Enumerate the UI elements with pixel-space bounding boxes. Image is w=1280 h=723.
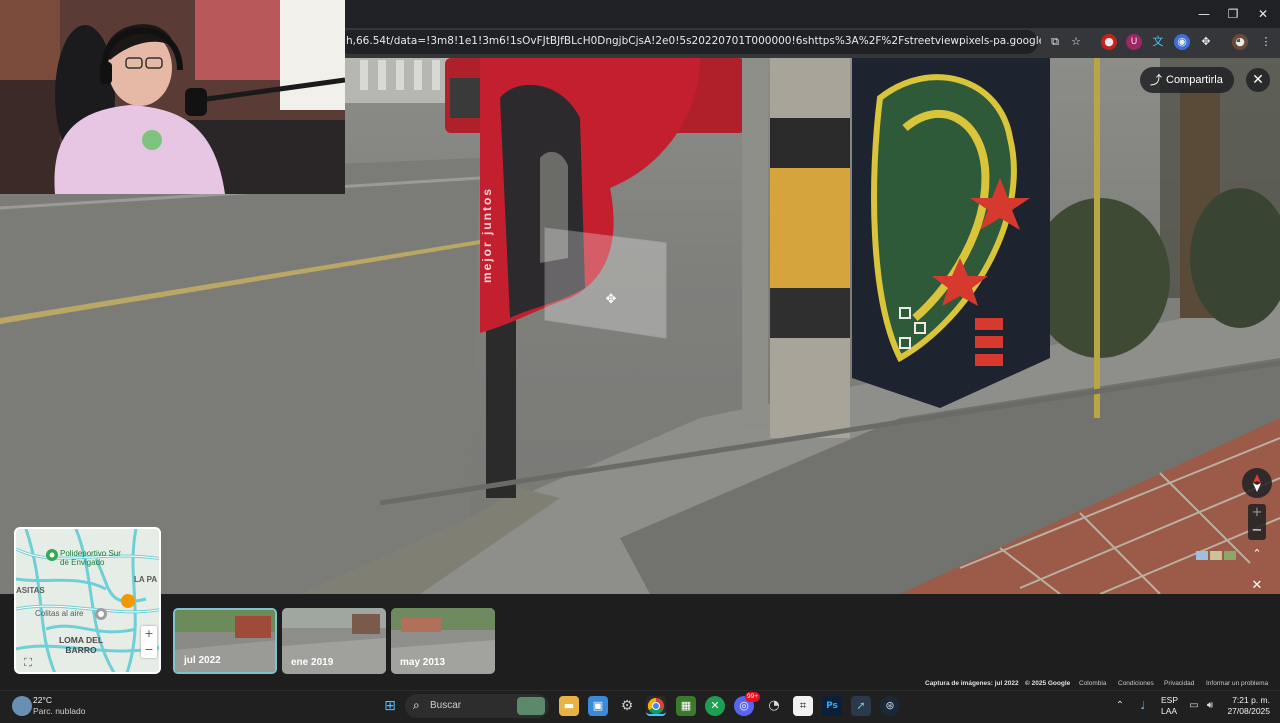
minimap-area-label-3: LOMA DEL BARRO <box>58 635 104 655</box>
file-explorer-icon[interactable]: ▬ <box>559 696 579 716</box>
timeline-thumb-may-2013[interactable]: may 2013 <box>391 608 495 674</box>
taskbar-search[interactable]: ⌕ Buscar <box>405 694 549 718</box>
obs-icon[interactable]: ◔ <box>764 696 784 716</box>
minimap-area-label-2: LA PA <box>134 575 158 584</box>
expand-chevron-icon[interactable]: ⌃ <box>1248 546 1266 562</box>
close-streetview-button[interactable]: ✕ <box>1246 68 1270 92</box>
minecraft-icon[interactable]: ▦ <box>676 696 696 716</box>
weather-desc: Parc. nublado <box>33 706 86 716</box>
minimap[interactable]: Polideportivo Sur de Envigado ASITAS LA … <box>14 527 161 674</box>
language-layout[interactable]: LAA <box>1161 706 1177 716</box>
close-window-button[interactable]: ✕ <box>1255 6 1271 22</box>
share-icon: ⤴ <box>1150 73 1163 87</box>
compass-control[interactable] <box>1242 468 1272 498</box>
translate-icon[interactable]: 文 <box>1150 34 1166 50</box>
thumb-label: may 2013 <box>400 657 446 668</box>
steam-icon[interactable]: ⊛ <box>880 696 900 716</box>
bookmark-star-icon[interactable]: ☆ <box>1068 34 1084 50</box>
windows-taskbar: 22°C Parc. nublado ⊞ ⌕ Buscar ▬ ▣ ⚙ ▦ ✕ … <box>0 690 1280 720</box>
url-text[interactable]: h,66.54t/data=!3m8!1e1!3m6!1sOvFJtBJfBLc… <box>346 35 1041 47</box>
minimap-zoom-in[interactable]: + <box>141 626 157 642</box>
photos-app-icon[interactable]: ▣ <box>588 696 608 716</box>
terms-link[interactable]: Condiciones <box>1118 680 1154 687</box>
weather-icon[interactable] <box>12 696 32 716</box>
search-icon: ⌕ <box>413 698 420 712</box>
install-app-icon[interactable]: ⧉ <box>1047 34 1063 50</box>
webcam-overlay <box>0 0 345 194</box>
extension-blue-icon[interactable]: ◉ <box>1174 34 1190 50</box>
fullscreen-icon[interactable]: ⛶ <box>21 656 35 670</box>
menu-kebab-icon[interactable]: ⋮ <box>1258 34 1274 50</box>
close-panel-button[interactable]: ✕ <box>1248 578 1266 594</box>
timeline-thumb-ene-2019[interactable]: ene 2019 <box>282 608 386 674</box>
search-highlight-icon <box>517 697 545 715</box>
minimap-zoom-out[interactable]: − <box>141 642 157 658</box>
windows-start-icon[interactable]: ⊞ <box>380 696 400 716</box>
booth-slogan: mejor juntos <box>480 186 494 283</box>
chrome-icon[interactable] <box>646 696 666 716</box>
extension-shield-icon[interactable]: U <box>1126 34 1142 50</box>
minimap-zoom: + − <box>141 626 157 658</box>
weather-temp: 22°C <box>33 695 52 705</box>
settings-gear-icon[interactable]: ⚙ <box>617 696 637 716</box>
zoom-control: + − <box>1248 504 1266 540</box>
volume-icon[interactable]: 🔊︎ <box>1200 696 1220 716</box>
microphone-icon[interactable]: ♩ <box>1133 696 1153 716</box>
minimize-button[interactable]: — <box>1196 6 1212 22</box>
clock-time[interactable]: 7:21 p. m. <box>1226 695 1270 705</box>
zoom-out-button[interactable]: − <box>1248 522 1266 540</box>
tray-chevron-icon[interactable]: ⌃ <box>1110 696 1130 716</box>
capcut-icon[interactable]: ⌗ <box>793 696 813 716</box>
address-bar[interactable]: h,66.54t/data=!3m8!1e1!3m6!1sOvFJtBJfBLc… <box>338 30 1041 54</box>
compass-icon <box>1253 474 1261 492</box>
zoom-in-button[interactable]: + <box>1248 504 1266 522</box>
xbox-icon[interactable]: ✕ <box>705 696 725 716</box>
app-arrow-icon[interactable]: ➚ <box>851 696 871 716</box>
minimap-area-label: ASITAS <box>16 586 45 595</box>
extensions-puzzle-icon[interactable]: ✥ <box>1198 34 1214 50</box>
chrome-logo <box>647 697 664 715</box>
share-label: Compartirla <box>1166 74 1223 86</box>
photoshop-icon[interactable]: Ps <box>822 696 842 716</box>
language-code[interactable]: ESP <box>1161 695 1178 705</box>
move-cursor-icon: ✥ <box>605 292 617 307</box>
timeline-thumb-jul-2022[interactable]: jul 2022 <box>173 608 277 674</box>
share-button[interactable]: ⤴ Compartirla <box>1140 67 1234 93</box>
thumb-label: jul 2022 <box>184 655 221 666</box>
capture-date: Captura de imágenes: jul 2022 <box>925 680 1019 687</box>
minimap-place-label: Colitas al aire <box>35 609 84 618</box>
clock-date[interactable]: 27/08/2025 <box>1222 706 1270 716</box>
report-link[interactable]: Informar un problema <box>1206 680 1268 687</box>
webcam-feed <box>0 0 345 194</box>
thumb-label: ene 2019 <box>291 657 334 668</box>
notification-badge: 99+ <box>745 692 761 702</box>
minimap-poi-label: Polideportivo Sur de Envigado <box>60 549 121 567</box>
restore-button[interactable]: ❐ <box>1225 6 1241 22</box>
extension-red-icon[interactable]: ● <box>1101 34 1117 50</box>
country-link[interactable]: Colombia <box>1079 680 1106 687</box>
profile-avatar[interactable]: ◕ <box>1232 34 1248 50</box>
privacy-link[interactable]: Privacidad <box>1164 680 1194 687</box>
copyright: © 2025 Google <box>1025 680 1071 687</box>
layers-thumbnail[interactable] <box>1196 548 1238 560</box>
search-label: Buscar <box>430 700 462 711</box>
